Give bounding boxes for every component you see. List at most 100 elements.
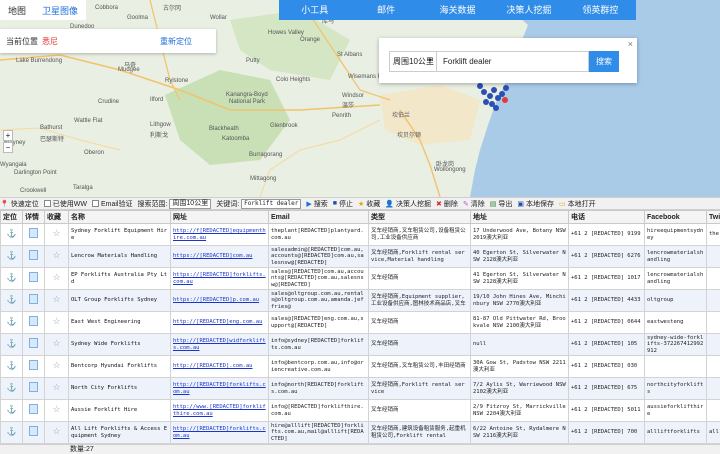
locate-cell[interactable]: ⚓ [0, 267, 23, 290]
document-icon[interactable] [29, 382, 38, 393]
tab-map[interactable]: 地图 [0, 0, 35, 20]
exclude-ww-checkbox[interactable]: 已使用WW [43, 199, 87, 209]
website-link[interactable]: http://[REDACTED]widforklifts.com.au [170, 333, 269, 356]
star-icon[interactable]: ☆ [52, 360, 60, 370]
collect-cell[interactable]: ☆ [44, 333, 69, 356]
email-verify-checkbox[interactable]: Email验证 [91, 199, 132, 209]
collect-cell[interactable]: ☆ [44, 245, 69, 268]
detail-cell[interactable] [22, 377, 45, 400]
document-icon[interactable] [29, 228, 38, 239]
results-grid[interactable]: 定位 详情 收藏 名称 网址 Email 类型 地址 电话 Facebook T… [0, 210, 720, 444]
detail-cell[interactable] [22, 311, 45, 334]
star-icon[interactable]: ☆ [52, 404, 60, 414]
anchor-icon[interactable]: ⚓ [7, 383, 17, 392]
star-icon[interactable]: ☆ [52, 294, 60, 304]
table-row[interactable]: ⚓ ☆ North City Forklifts http://[REDACTED]f… [0, 377, 720, 400]
anchor-icon[interactable]: ⚓ [7, 273, 17, 282]
document-icon[interactable] [29, 338, 38, 349]
collect-cell[interactable]: ☆ [44, 223, 69, 246]
keyword-field-input[interactable]: Forklift dealer [241, 198, 302, 209]
document-icon[interactable] [29, 426, 38, 437]
zoom-out-button[interactable]: − [3, 142, 13, 153]
collect-cell[interactable]: ☆ [44, 355, 69, 378]
document-icon[interactable] [29, 250, 38, 261]
detail-cell[interactable] [22, 421, 45, 444]
clear-button[interactable]: ✎ 清除 [463, 199, 485, 209]
detail-cell[interactable] [22, 355, 45, 378]
locate-cell[interactable]: ⚓ [0, 355, 23, 378]
nav-tools[interactable]: 小工具 [279, 0, 350, 20]
star-icon[interactable]: ☆ [52, 272, 60, 282]
document-icon[interactable] [29, 316, 38, 327]
detail-cell[interactable] [22, 245, 45, 268]
stop-button[interactable]: ■ 停止 [333, 199, 353, 209]
anchor-icon[interactable]: ⚓ [7, 339, 17, 348]
col-website[interactable]: 网址 [170, 210, 269, 224]
collect-cell[interactable]: ☆ [44, 399, 69, 422]
anchor-icon[interactable]: ⚓ [7, 251, 17, 260]
detail-cell[interactable] [22, 289, 45, 312]
website-link[interactable]: http://[REDACTED].com.au [170, 355, 269, 378]
nav-email[interactable]: 邮件 [350, 0, 421, 20]
website-link[interactable]: https://[REDACTED]com.au [170, 245, 269, 268]
export-button[interactable]: ▤ 导出 [490, 199, 513, 209]
col-type[interactable]: 类型 [368, 210, 471, 224]
col-email[interactable]: Email [268, 210, 369, 224]
collect-cell[interactable]: ☆ [44, 311, 69, 334]
col-facebook[interactable]: Facebook [644, 210, 707, 224]
collect-cell[interactable]: ☆ [44, 421, 69, 444]
document-icon[interactable] [29, 272, 38, 283]
locate-cell[interactable]: ⚓ [0, 245, 23, 268]
col-address[interactable]: 地址 [470, 210, 569, 224]
collect-cell[interactable]: ☆ [44, 267, 69, 290]
col-collect[interactable]: 收藏 [44, 210, 69, 224]
website-link[interactable]: https://[REDACTED]p.com.au [170, 289, 269, 312]
star-icon[interactable]: ☆ [52, 316, 60, 326]
table-row[interactable]: ⚓ ☆ East West Engineering http://[REDACTED]… [0, 311, 720, 334]
local-save-button[interactable]: ▣ 本地保存 [517, 199, 554, 209]
anchor-icon[interactable]: ⚓ [7, 229, 17, 238]
website-link[interactable]: https://[REDACTED]forklifts.com.au [170, 267, 269, 290]
anchor-icon[interactable]: ⚓ [7, 405, 17, 414]
search-button[interactable]: 搜索 [589, 51, 619, 72]
document-icon[interactable] [29, 360, 38, 371]
tab-satellite[interactable]: 卫星图像 [34, 0, 87, 20]
table-row[interactable]: ⚓ ☆ OLT Group Forklifts Sydney https://[RED… [0, 289, 720, 312]
close-icon[interactable]: × [628, 39, 633, 49]
detail-cell[interactable] [22, 267, 45, 290]
col-name[interactable]: 名称 [68, 210, 171, 224]
delete-button[interactable]: ✖ 删除 [436, 199, 458, 209]
star-icon[interactable]: ☆ [52, 338, 60, 348]
map-view[interactable]: Cobbora Goolma 古尔冈 Wollar Dunedoo Lake Burren… [0, 0, 720, 197]
locate-cell[interactable]: ⚓ [0, 377, 23, 400]
table-row[interactable]: ⚓ ☆ Sydney Forklift Equipment Hire http://f… [0, 223, 720, 246]
table-row[interactable]: ⚓ ☆ Sydney Wide Forklifts http://[REDACTED]… [0, 333, 720, 356]
col-phone[interactable]: 电话 [568, 210, 645, 224]
document-icon[interactable] [29, 294, 38, 305]
detail-cell[interactable] [22, 223, 45, 246]
table-row[interactable]: ⚓ ☆ Bentcorp Hyundai Forklifts http://[REDA… [0, 355, 720, 378]
website-link[interactable]: http://[REDACTED]eng.com.au [170, 311, 269, 334]
star-icon[interactable]: ☆ [52, 228, 60, 238]
collect-cell[interactable]: ☆ [44, 377, 69, 400]
anchor-icon[interactable]: ⚓ [7, 317, 17, 326]
nav-decision-maker[interactable]: 决策人挖掘 [493, 0, 564, 20]
radius-select[interactable]: 周围10公里 ▼ [389, 51, 437, 72]
star-icon[interactable]: ☆ [52, 382, 60, 392]
relocate-button[interactable]: 重新定位 [160, 36, 192, 47]
table-row[interactable]: ⚓ ☆ Lencrow Materials Handling https://[RED… [0, 245, 720, 268]
star-icon[interactable]: ☆ [52, 250, 60, 260]
locate-cell[interactable]: ⚓ [0, 333, 23, 356]
col-locate[interactable]: 定位 [0, 210, 23, 224]
table-row[interactable]: ⚓ ☆ Aussie Forklift Hire http://www.[REDACT… [0, 399, 720, 422]
decision-maker-button[interactable]: 👤 决策人挖掘 [385, 199, 431, 209]
table-row[interactable]: ⚓ ☆ EP Forklifts Australia Pty Ltd https://… [0, 267, 720, 290]
locate-cell[interactable]: ⚓ [0, 421, 23, 444]
collect-cell[interactable]: ☆ [44, 289, 69, 312]
locate-cell[interactable]: ⚓ [0, 311, 23, 334]
collect-button[interactable]: ★ 收藏 [358, 199, 380, 209]
col-twitter[interactable]: Twit [706, 210, 720, 224]
nav-linkedin[interactable]: 领英群控 [565, 0, 636, 20]
website-link[interactable]: http://[REDACTED]forklifts.com.au [170, 421, 269, 444]
star-icon[interactable]: ☆ [52, 426, 60, 436]
